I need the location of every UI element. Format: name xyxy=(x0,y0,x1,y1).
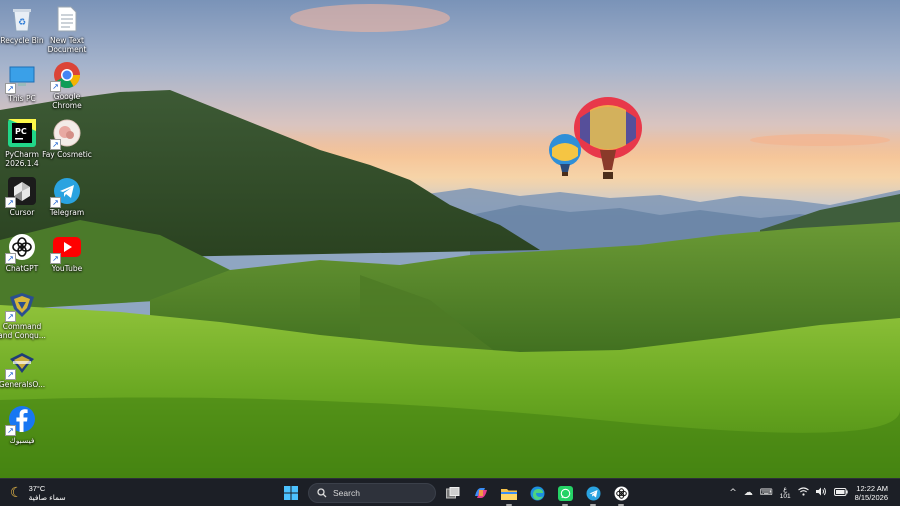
edge-icon xyxy=(530,486,544,500)
desktop-icon-telegram[interactable]: ↗ Telegram xyxy=(42,176,92,217)
svg-text:♻: ♻ xyxy=(18,18,26,28)
telegram-icon xyxy=(586,486,600,500)
battery-icon[interactable] xyxy=(833,487,848,499)
onedrive-icon[interactable]: ☁ xyxy=(744,488,753,498)
clock-date: 8/15/2026 xyxy=(854,493,888,502)
taskbar-apps: Search xyxy=(280,482,632,506)
file-explorer-icon xyxy=(501,488,517,500)
desktop-icon-cursor[interactable]: ↗ Cursor xyxy=(0,176,47,217)
desktop-icon-chatgpt[interactable]: ↗ ChatGPT xyxy=(0,232,47,273)
keyboard-layout: 101 xyxy=(779,493,791,500)
fay-cosmetic-icon: ↗ xyxy=(50,118,82,150)
taskbar: ☾ 37°C سماء صافية Search ^ ☁ ⌨ ع 101 12:… xyxy=(0,478,900,506)
input-language: ع xyxy=(783,486,788,493)
desktop-icon-new-text-document[interactable]: New Text Document xyxy=(42,4,92,54)
task-view-button[interactable] xyxy=(442,482,464,504)
wallpaper xyxy=(0,4,900,478)
search-label: Search xyxy=(333,488,360,498)
cursor-icon: ↗ xyxy=(5,176,37,208)
start-icon xyxy=(284,486,298,500)
keyboard-icon[interactable]: ⌨ xyxy=(760,488,773,498)
recycle-bin-icon: ♻ xyxy=(7,4,37,34)
system-tray: ^ ☁ ⌨ ع 101 12:22 AM 8/15/2026 xyxy=(729,482,894,504)
text-document-icon xyxy=(52,4,82,34)
taskbar-clock[interactable]: 12:22 AM 8/15/2026 xyxy=(855,484,894,502)
whatsapp-icon xyxy=(557,485,573,501)
generals-icon: ↗ xyxy=(5,348,37,380)
chatgpt-taskbar-button[interactable] xyxy=(610,482,632,506)
desktop-icon-youtube[interactable]: ↗ YouTube xyxy=(42,232,92,273)
desktop-icon-pycharm[interactable]: PC PyCharm 2026.1.4 xyxy=(0,118,47,168)
input-language-indicator[interactable]: ع 101 xyxy=(780,486,791,500)
chrome-icon: ↗ xyxy=(50,60,82,92)
weather-condition: سماء صافية xyxy=(28,493,66,502)
desktop-icon-command-and-conquer[interactable]: ↗ Command and Conqu... xyxy=(0,290,47,340)
telegram-icon: ↗ xyxy=(50,176,82,208)
desktop-icon-this-pc[interactable]: ↗ This PC xyxy=(0,62,47,103)
copilot-button[interactable] xyxy=(470,482,492,504)
facebook-icon: ↗ xyxy=(5,404,37,436)
youtube-icon: ↗ xyxy=(50,232,82,264)
desktop[interactable]: ♻ Recycle Bin New Text Document ↗ This P… xyxy=(0,0,900,478)
desktop-icon-generals[interactable]: ↗ GeneralsO... xyxy=(0,348,47,389)
moon-icon: ☾ xyxy=(10,485,23,501)
desktop-icon-google-chrome[interactable]: ↗ Google Chrome xyxy=(42,60,92,110)
weather-temperature: 37°C xyxy=(28,484,46,493)
search-icon xyxy=(317,488,327,498)
weather-widget[interactable]: ☾ 37°C سماء صافية xyxy=(10,482,66,504)
telegram-taskbar-button[interactable] xyxy=(582,482,604,506)
taskbar-search[interactable]: Search xyxy=(308,483,436,503)
start-button[interactable] xyxy=(280,482,302,504)
clock-time: 12:22 AM xyxy=(856,484,888,493)
wifi-icon[interactable] xyxy=(797,487,809,499)
chatgpt-icon: ↗ xyxy=(5,232,37,264)
command-conquer-icon: ↗ xyxy=(5,290,37,322)
desktop-icon-recycle-bin[interactable]: ♻ Recycle Bin xyxy=(0,4,47,45)
volume-icon[interactable] xyxy=(815,487,827,499)
chatgpt-icon xyxy=(614,486,628,500)
copilot-icon xyxy=(475,488,487,498)
whatsapp-button[interactable] xyxy=(554,482,576,506)
file-explorer-button[interactable] xyxy=(498,482,520,506)
svg-text:PC: PC xyxy=(15,127,27,136)
chevron-up-icon[interactable]: ^ xyxy=(729,488,737,498)
this-pc-icon: ↗ xyxy=(5,62,37,94)
desktop-icon-fay-cosmetic[interactable]: ↗ Fay Cosmetic xyxy=(42,118,92,159)
pycharm-icon: PC xyxy=(7,118,37,148)
edge-button[interactable] xyxy=(526,482,548,504)
desktop-icon-facebook[interactable]: ↗ فيسبوك xyxy=(0,404,47,445)
task-view-icon xyxy=(446,487,460,499)
